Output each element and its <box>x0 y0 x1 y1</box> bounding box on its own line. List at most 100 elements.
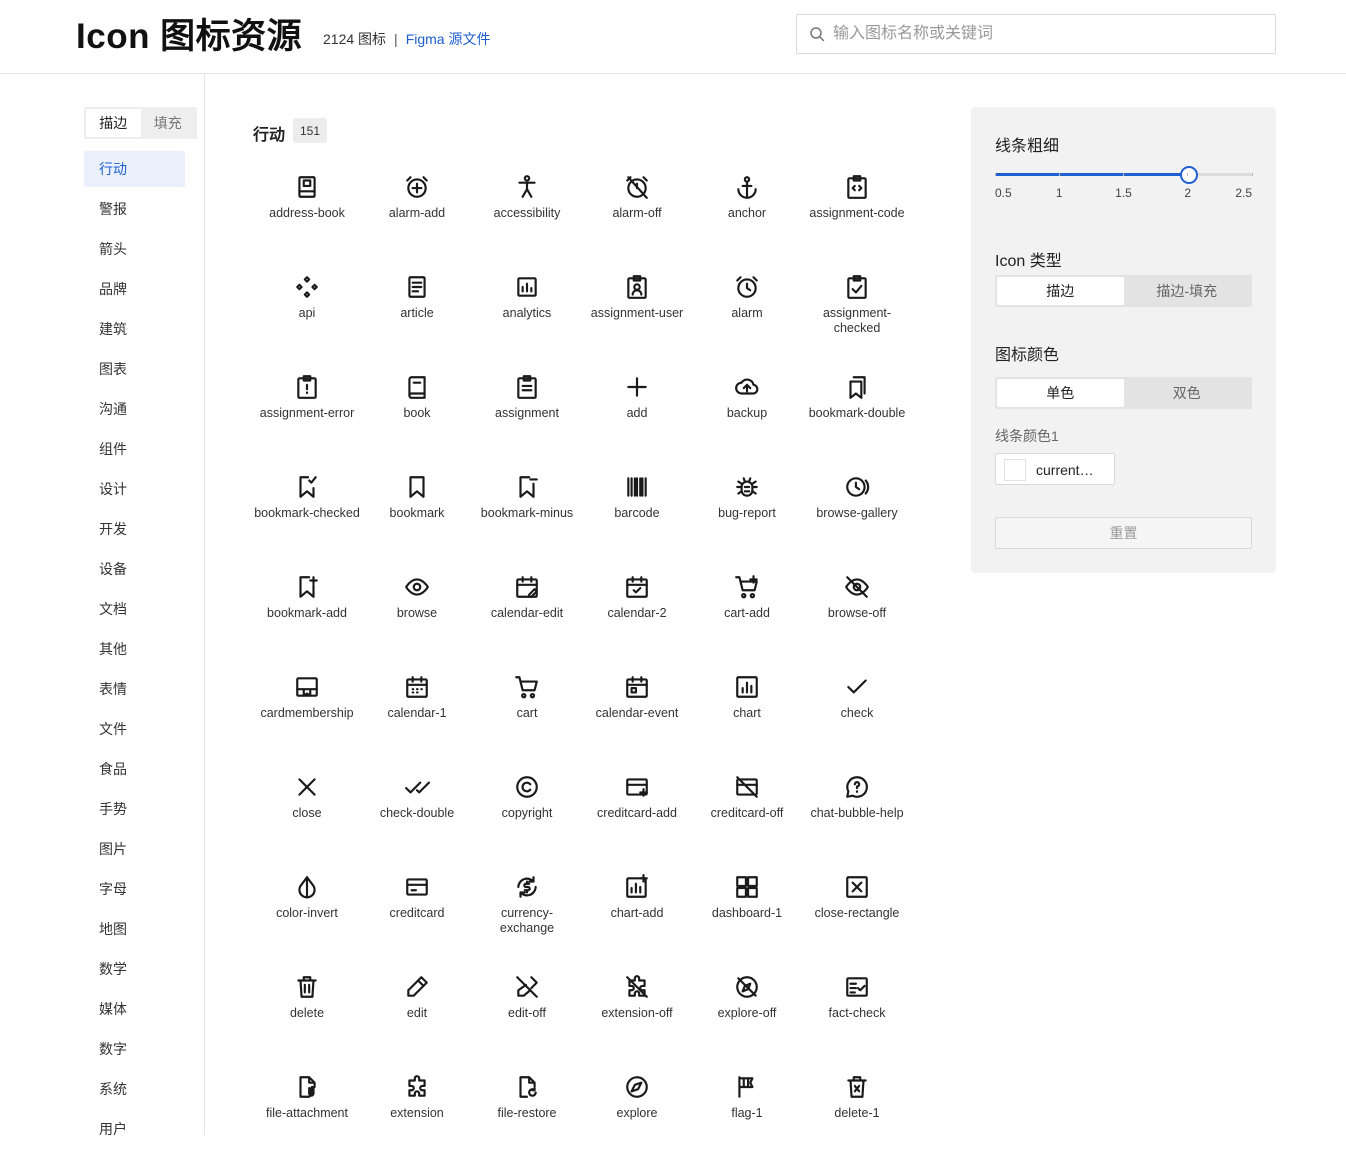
icon-tile[interactable]: add <box>582 363 692 463</box>
icon-tile[interactable]: assignment-checked <box>802 263 912 363</box>
icon-tile[interactable]: bookmark-checked <box>252 463 362 563</box>
figma-link[interactable]: Figma 源文件 <box>406 31 491 47</box>
icon-tile[interactable]: backup <box>692 363 802 463</box>
icon-tile[interactable]: barcode <box>582 463 692 563</box>
icon-tile[interactable]: cardmembership <box>252 663 362 763</box>
icon-tile[interactable]: cart-add <box>692 563 802 663</box>
icon-color-option[interactable]: 单色 <box>997 379 1124 407</box>
icon-tile[interactable]: article <box>362 263 472 363</box>
icon-tile[interactable]: close <box>252 763 362 863</box>
sidebar-item-category[interactable]: 食品 <box>84 751 185 787</box>
sidebar-item-category[interactable]: 地图 <box>84 911 185 947</box>
icon-tile[interactable]: file-restore <box>472 1063 582 1163</box>
icon-tile[interactable]: edit <box>362 963 472 1063</box>
icon-tile[interactable]: fact-check <box>802 963 912 1063</box>
icon-tile[interactable]: book <box>362 363 472 463</box>
sidebar-item-category[interactable]: 品牌 <box>84 271 185 307</box>
icon-tile[interactable]: check-double <box>362 763 472 863</box>
sidebar-item-category[interactable]: 建筑 <box>84 311 185 347</box>
icon-tile[interactable]: browse-off <box>802 563 912 663</box>
sidebar-item-category[interactable]: 设计 <box>84 471 185 507</box>
search-box[interactable] <box>796 14 1276 54</box>
icon-tile[interactable]: close-rectangle <box>802 863 912 963</box>
icon-tile[interactable]: bug-report <box>692 463 802 563</box>
style-option[interactable]: 填充 <box>141 109 196 137</box>
icon-tile[interactable]: explore <box>582 1063 692 1163</box>
icon-tile[interactable]: assignment-code <box>802 163 912 263</box>
icon-tile[interactable]: browse <box>362 563 472 663</box>
category-list: 行动警报箭头品牌建筑图表沟通组件设计开发设备文档其他表情文件食品手势图片字母地图… <box>84 151 185 1151</box>
icon-tile[interactable]: accessibility <box>472 163 582 263</box>
sidebar-item-category[interactable]: 组件 <box>84 431 185 467</box>
icon-tile[interactable]: chat-bubble-help <box>802 763 912 863</box>
sidebar-item-category[interactable]: 表情 <box>84 671 185 707</box>
sidebar-item-category[interactable]: 图片 <box>84 831 185 867</box>
sidebar-item-category[interactable]: 其他 <box>84 631 185 667</box>
icon-tile[interactable]: assignment <box>472 363 582 463</box>
icon-tile[interactable]: alarm <box>692 263 802 363</box>
icon-tile[interactable]: dashboard-1 <box>692 863 802 963</box>
sidebar-item-category[interactable]: 数学 <box>84 951 185 987</box>
icon-tile[interactable]: check <box>802 663 912 763</box>
icon-tile[interactable]: delete-1 <box>802 1063 912 1163</box>
sidebar-item-category[interactable]: 文档 <box>84 591 185 627</box>
icon-tile[interactable]: chart-add <box>582 863 692 963</box>
sidebar-item-category[interactable]: 警报 <box>84 191 185 227</box>
reset-button[interactable]: 重置 <box>995 517 1252 549</box>
edit-icon <box>407 976 428 997</box>
sidebar-item-category[interactable]: 媒体 <box>84 991 185 1027</box>
icon-tile[interactable]: bookmark-double <box>802 363 912 463</box>
icon-type-option[interactable]: 描边 <box>997 277 1124 305</box>
icon-tile[interactable]: calendar-edit <box>472 563 582 663</box>
icon-tile[interactable]: analytics <box>472 263 582 363</box>
sidebar-item-category[interactable]: 行动 <box>84 151 185 187</box>
icon-tile[interactable]: calendar-2 <box>582 563 692 663</box>
sidebar-item-category[interactable]: 用户 <box>84 1111 185 1147</box>
stroke-color-picker[interactable]: current… <box>995 453 1115 485</box>
icon-tile[interactable]: delete <box>252 963 362 1063</box>
icon-color-option[interactable]: 双色 <box>1124 379 1251 407</box>
sidebar-item-category[interactable]: 开发 <box>84 511 185 547</box>
icon-tile[interactable]: creditcard <box>362 863 472 963</box>
icon-tile[interactable]: chart <box>692 663 802 763</box>
icon-tile[interactable]: api <box>252 263 362 363</box>
icon-tile[interactable]: assignment-user <box>582 263 692 363</box>
icon-tile[interactable]: currency-exchange <box>472 863 582 963</box>
sidebar-item-category[interactable]: 图表 <box>84 351 185 387</box>
icon-tile-label: chat-bubble-help <box>810 806 904 820</box>
icon-tile[interactable]: file-attachment <box>252 1063 362 1163</box>
slider-handle[interactable] <box>1179 166 1198 184</box>
icon-tile[interactable]: extension-off <box>582 963 692 1063</box>
sidebar-item-category[interactable]: 手势 <box>84 791 185 827</box>
icon-tile[interactable]: calendar-event <box>582 663 692 763</box>
icon-tile[interactable]: extension <box>362 1063 472 1163</box>
icon-tile[interactable]: browse-gallery <box>802 463 912 563</box>
icon-tile[interactable]: bookmark <box>362 463 472 563</box>
search-input[interactable] <box>833 15 1263 53</box>
icon-tile[interactable]: alarm-add <box>362 163 472 263</box>
icon-tile[interactable]: anchor <box>692 163 802 263</box>
icon-tile[interactable]: creditcard-off <box>692 763 802 863</box>
sidebar-item-category[interactable]: 设备 <box>84 551 185 587</box>
icon-tile[interactable]: edit-off <box>472 963 582 1063</box>
icon-tile[interactable]: explore-off <box>692 963 802 1063</box>
icon-tile[interactable]: bookmark-minus <box>472 463 582 563</box>
icon-tile[interactable]: creditcard-add <box>582 763 692 863</box>
sidebar-item-category[interactable]: 文件 <box>84 711 185 747</box>
sidebar-item-category[interactable]: 系统 <box>84 1071 185 1107</box>
sidebar-item-category[interactable]: 字母 <box>84 871 185 907</box>
icon-tile[interactable]: address-book <box>252 163 362 263</box>
sidebar-item-category[interactable]: 箭头 <box>84 231 185 267</box>
icon-tile[interactable]: bookmark-add <box>252 563 362 663</box>
icon-tile[interactable]: color-invert <box>252 863 362 963</box>
icon-tile[interactable]: cart <box>472 663 582 763</box>
sidebar-item-category[interactable]: 数字 <box>84 1031 185 1067</box>
sidebar-item-category[interactable]: 沟通 <box>84 391 185 427</box>
icon-tile[interactable]: calendar-1 <box>362 663 472 763</box>
icon-tile[interactable]: alarm-off <box>582 163 692 263</box>
icon-tile[interactable]: copyright <box>472 763 582 863</box>
style-option[interactable]: 描边 <box>86 109 141 137</box>
icon-tile[interactable]: flag-1 <box>692 1063 802 1163</box>
icon-tile[interactable]: assignment-error <box>252 363 362 463</box>
icon-type-option[interactable]: 描边-填充 <box>1124 277 1251 305</box>
